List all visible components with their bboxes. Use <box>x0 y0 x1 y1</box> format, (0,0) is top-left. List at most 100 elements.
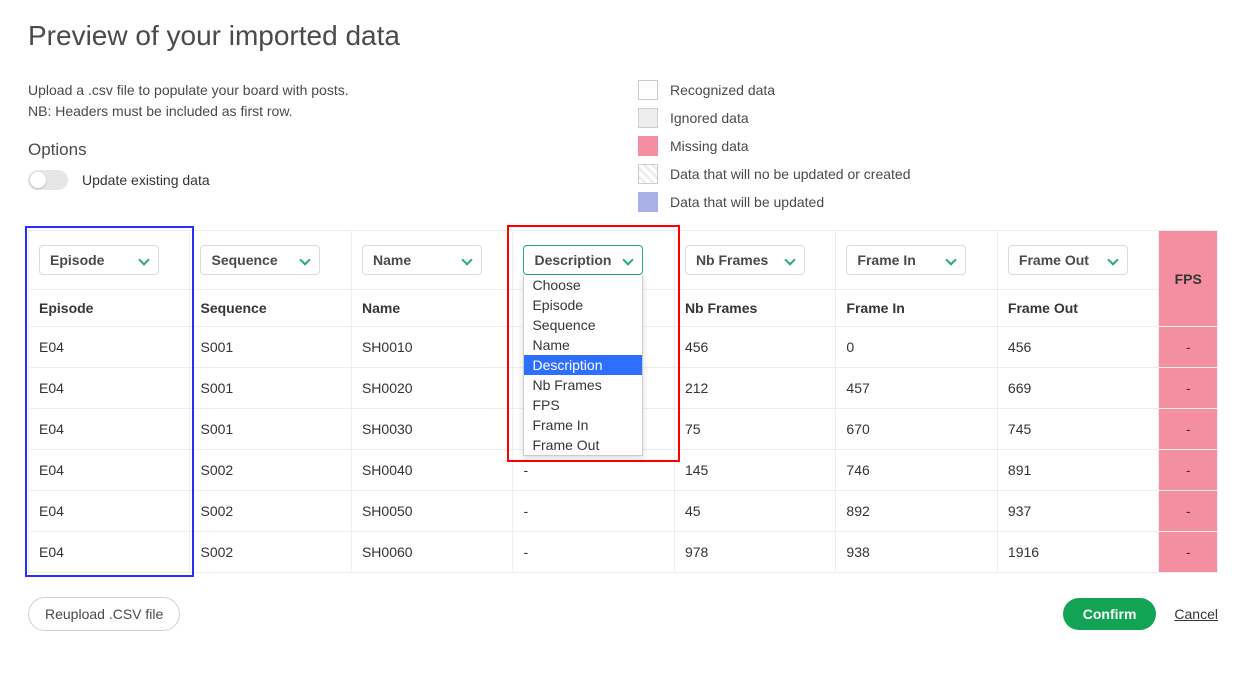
options-heading: Options <box>28 140 368 160</box>
swatch-recognized <box>638 80 658 100</box>
cell-frameout: 456 <box>997 327 1158 368</box>
cell-frameout: 669 <box>997 368 1158 409</box>
update-existing-label: Update existing data <box>82 172 210 188</box>
cell-fps: - <box>1159 409 1218 450</box>
cell-framein: 938 <box>836 532 997 573</box>
cell-episode: E04 <box>29 450 190 491</box>
cell-fps: - <box>1159 368 1218 409</box>
cell-sequence: S001 <box>190 368 351 409</box>
column-header-sequence: Sequence <box>190 290 351 327</box>
swatch-noupdate <box>638 164 658 184</box>
column-select-description[interactable]: Description <box>523 245 643 275</box>
cell-name: SH0010 <box>351 327 512 368</box>
page-title: Preview of your imported data <box>28 20 1218 52</box>
column-select-nbframes-label: Nb Frames <box>696 252 768 268</box>
swatch-update <box>638 192 658 212</box>
cancel-link[interactable]: Cancel <box>1174 606 1218 622</box>
column-select-nbframes[interactable]: Nb Frames <box>685 245 805 275</box>
reupload-button[interactable]: Reupload .CSV file <box>28 597 180 631</box>
instruction-line-1: Upload a .csv file to populate your boar… <box>28 80 368 101</box>
chevron-down-icon <box>138 255 148 265</box>
column-select-framein[interactable]: Frame In <box>846 245 966 275</box>
cell-name: SH0040 <box>351 450 512 491</box>
dropdown-option[interactable]: Frame Out <box>524 435 642 455</box>
cell-sequence: S002 <box>190 532 351 573</box>
cell-episode: E04 <box>29 327 190 368</box>
cell-sequence: S001 <box>190 409 351 450</box>
table-row: E04S002SH0060-9789381916- <box>29 532 1218 573</box>
cell-nbframes: 456 <box>674 327 835 368</box>
cell-name: SH0020 <box>351 368 512 409</box>
cell-fps: - <box>1159 491 1218 532</box>
swatch-ignored <box>638 108 658 128</box>
cell-sequence: S002 <box>190 450 351 491</box>
column-select-name[interactable]: Name <box>362 245 482 275</box>
cell-nbframes: 145 <box>674 450 835 491</box>
cell-nbframes: 212 <box>674 368 835 409</box>
update-existing-toggle[interactable] <box>28 170 68 190</box>
dropdown-option[interactable]: Sequence <box>524 315 642 335</box>
cell-framein: 892 <box>836 491 997 532</box>
cell-framein: 0 <box>836 327 997 368</box>
cell-episode: E04 <box>29 409 190 450</box>
cell-description: - <box>513 532 674 573</box>
column-select-sequence[interactable]: Sequence <box>200 245 320 275</box>
chevron-down-icon <box>784 255 794 265</box>
cell-name: SH0030 <box>351 409 512 450</box>
cell-framein: 746 <box>836 450 997 491</box>
column-header-framein: Frame In <box>836 290 997 327</box>
dropdown-option[interactable]: Name <box>524 335 642 355</box>
legend-recognized: Recognized data <box>670 82 775 98</box>
cell-fps: - <box>1159 327 1218 368</box>
swatch-missing <box>638 136 658 156</box>
chevron-down-icon <box>299 255 309 265</box>
cell-episode: E04 <box>29 368 190 409</box>
column-select-frameout[interactable]: Frame Out <box>1008 245 1128 275</box>
instructions: Upload a .csv file to populate your boar… <box>28 80 368 122</box>
dropdown-option[interactable]: Description <box>524 355 642 375</box>
cell-frameout: 937 <box>997 491 1158 532</box>
column-select-sequence-label: Sequence <box>211 252 277 268</box>
legend-noupdate: Data that will no be updated or created <box>670 166 911 182</box>
cell-episode: E04 <box>29 491 190 532</box>
column-header-frameout: Frame Out <box>997 290 1158 327</box>
instruction-line-2: NB: Headers must be included as first ro… <box>28 101 368 122</box>
cell-framein: 670 <box>836 409 997 450</box>
column-select-episode[interactable]: Episode <box>39 245 159 275</box>
chevron-down-icon <box>945 255 955 265</box>
dropdown-option[interactable]: Nb Frames <box>524 375 642 395</box>
dropdown-option[interactable]: FPS <box>524 395 642 415</box>
column-select-episode-label: Episode <box>50 252 104 268</box>
dropdown-option[interactable]: Choose <box>524 275 642 295</box>
cell-episode: E04 <box>29 532 190 573</box>
legend-update: Data that will be updated <box>670 194 824 210</box>
column-select-frameout-label: Frame Out <box>1019 252 1089 268</box>
confirm-button[interactable]: Confirm <box>1063 598 1157 630</box>
legend: Recognized data Ignored data Missing dat… <box>638 80 911 212</box>
column-header-nbframes: Nb Frames <box>674 290 835 327</box>
cell-sequence: S001 <box>190 327 351 368</box>
cell-fps: - <box>1159 450 1218 491</box>
cell-description: - <box>513 491 674 532</box>
dropdown-option[interactable]: Episode <box>524 295 642 315</box>
cell-nbframes: 75 <box>674 409 835 450</box>
chevron-down-icon <box>1107 255 1117 265</box>
dropdown-option[interactable]: Frame In <box>524 415 642 435</box>
cell-framein: 457 <box>836 368 997 409</box>
cell-fps: - <box>1159 532 1218 573</box>
chevron-down-icon <box>461 255 471 265</box>
legend-ignored: Ignored data <box>670 110 749 126</box>
chevron-down-icon <box>622 255 632 265</box>
column-select-description-dropdown[interactable]: ChooseEpisodeSequenceNameDescriptionNb F… <box>523 275 643 456</box>
cell-frameout: 1916 <box>997 532 1158 573</box>
table-row: E04S002SH0050-45892937- <box>29 491 1218 532</box>
column-header-name: Name <box>351 290 512 327</box>
column-select-framein-label: Frame In <box>857 252 915 268</box>
column-select-name-label: Name <box>373 252 411 268</box>
cell-name: SH0060 <box>351 532 512 573</box>
column-header-fps: FPS <box>1159 231 1218 327</box>
cell-sequence: S002 <box>190 491 351 532</box>
cell-frameout: 745 <box>997 409 1158 450</box>
column-header-episode: Episode <box>29 290 190 327</box>
cell-name: SH0050 <box>351 491 512 532</box>
